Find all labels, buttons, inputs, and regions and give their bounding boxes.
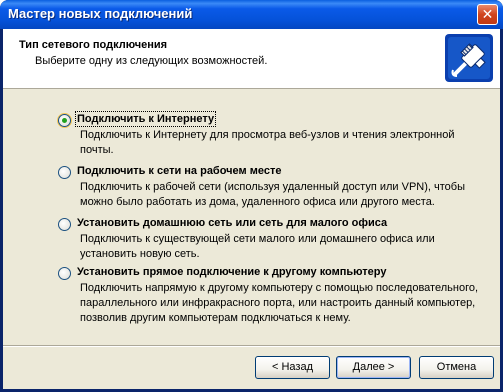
option-direct-connection-description: Подключить напрямую к другому компьютеру…	[80, 282, 479, 324]
page-subtitle: Выберите одну из следующих возможностей.	[35, 55, 268, 67]
radio-home-network[interactable]	[58, 218, 71, 231]
next-button[interactable]: Далее >	[336, 356, 411, 379]
page-title: Тип сетевого подключения	[19, 39, 168, 51]
option-home-network-label[interactable]: Установить домашнюю сеть или сеть для ма…	[77, 217, 387, 229]
option-direct-connection-label[interactable]: Установить прямое подключение к другому …	[77, 266, 386, 278]
wizard-header: Тип сетевого подключения Выберите одну и…	[3, 29, 500, 89]
option-internet-label[interactable]: Подключить к Интернету	[74, 111, 217, 127]
cancel-button[interactable]: Отмена	[419, 356, 494, 379]
radio-internet[interactable]	[58, 114, 71, 127]
back-button[interactable]: < Назад	[255, 356, 330, 379]
title-bar[interactable]: Мастер новых подключений ✕	[0, 0, 503, 29]
option-internet-description: Подключить к Интернету для просмотра веб…	[80, 129, 455, 156]
footer-divider	[3, 345, 500, 347]
radio-direct-connection[interactable]	[58, 267, 71, 280]
option-home-network-description: Подключить к существующей сети малого ил…	[80, 233, 435, 260]
window-title: Мастер новых подключений	[8, 6, 193, 21]
wizard-body: Тип сетевого подключения Выберите одну и…	[3, 29, 500, 389]
close-button[interactable]: ✕	[477, 4, 498, 25]
close-icon: ✕	[481, 6, 494, 22]
wizard-window: Мастер новых подключений ✕ Тип сетевого …	[0, 0, 503, 392]
radio-workplace[interactable]	[58, 166, 71, 179]
network-cable-icon	[445, 34, 493, 82]
option-workplace-description: Подключить к рабочей сети (используя уда…	[80, 181, 465, 208]
option-workplace-label[interactable]: Подключить к сети на рабочем месте	[77, 165, 281, 177]
